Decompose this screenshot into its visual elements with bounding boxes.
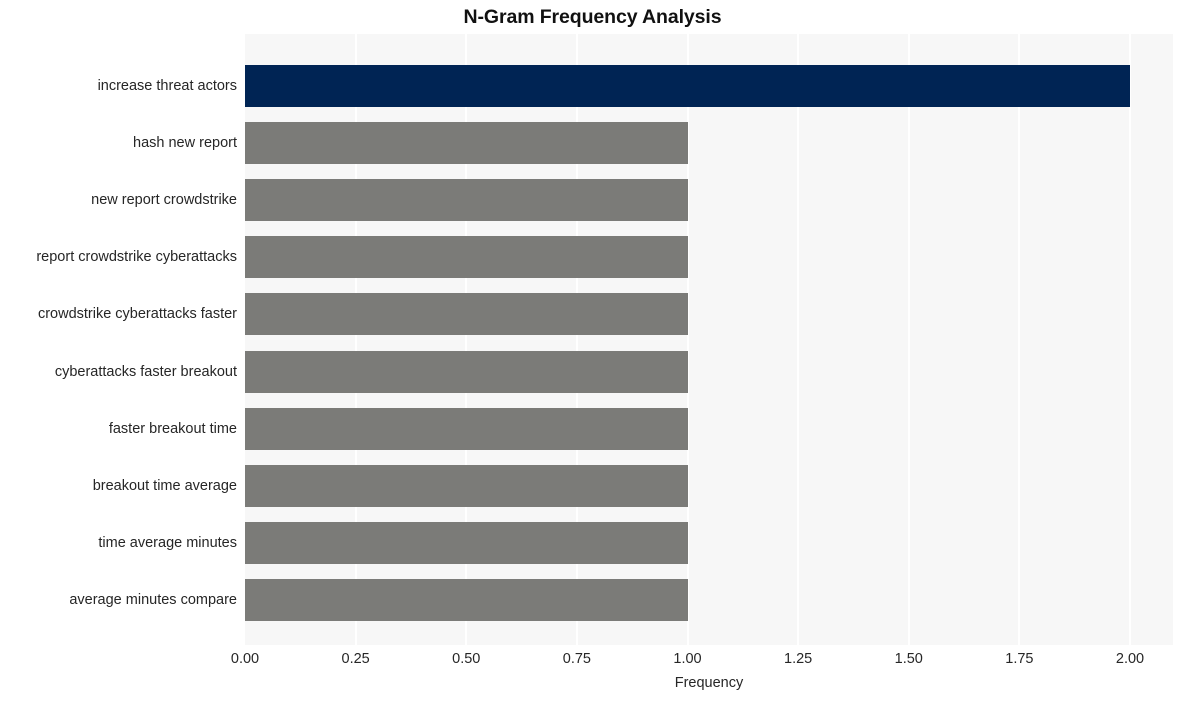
bar[interactable] bbox=[245, 293, 688, 336]
y-axis-tick-label: report crowdstrike cyberattacks bbox=[36, 249, 237, 266]
y-axis-tick-labels: increase threat actors hash new report new… bbox=[0, 34, 237, 645]
y-axis-tick-label: increase threat actors bbox=[97, 78, 237, 94]
y-axis-tick-label: cyberattacks faster breakout bbox=[54, 363, 237, 380]
gridline bbox=[1018, 34, 1021, 645]
x-axis-tick-label: 0.50 bbox=[452, 651, 481, 667]
gridline bbox=[797, 34, 800, 645]
bar[interactable] bbox=[245, 578, 688, 621]
bar[interactable] bbox=[245, 179, 688, 222]
y-axis-tick-label: hash new report bbox=[133, 135, 237, 152]
bar[interactable] bbox=[245, 350, 688, 393]
bar[interactable] bbox=[245, 65, 1130, 107]
bar[interactable] bbox=[245, 521, 688, 564]
x-axis-tick-label: 0.00 bbox=[230, 651, 260, 667]
x-axis-tick-label: 1.75 bbox=[1005, 651, 1034, 667]
x-axis-title: Frequency bbox=[674, 675, 744, 691]
y-axis-tick-label: crowdstrike cyberattacks faster bbox=[37, 306, 237, 323]
bar[interactable] bbox=[245, 236, 688, 279]
y-axis-tick-label: faster breakout time bbox=[108, 420, 237, 437]
y-axis-tick-label: new report crowdstrike bbox=[91, 192, 237, 209]
bar[interactable] bbox=[245, 407, 688, 450]
x-axis-tick-label: 1.00 bbox=[673, 651, 702, 667]
chart-figure: N-Gram Frequency Analysis increase threa… bbox=[0, 0, 1185, 701]
chart-title: N-Gram Frequency Analysis bbox=[463, 6, 722, 28]
x-axis-tick-label: 1.25 bbox=[784, 651, 813, 667]
x-axis-tick-label: 0.25 bbox=[341, 651, 370, 667]
x-axis-tick-labels: 0.00 0.25 0.50 0.75 1.00 1.25 1.50 1.75 2.00 bbox=[231, 651, 1173, 673]
y-axis-tick-label: time average minutes bbox=[98, 534, 237, 551]
y-axis-tick-label: average minutes compare bbox=[69, 591, 237, 608]
gridline bbox=[1129, 34, 1131, 645]
gridline bbox=[907, 34, 910, 645]
x-axis-tick-label: 1.50 bbox=[894, 651, 923, 667]
y-axis-tick-label: breakout time average bbox=[92, 477, 237, 494]
bar[interactable] bbox=[245, 464, 688, 507]
x-axis-tick-label: 2.00 bbox=[1115, 651, 1145, 667]
bar[interactable] bbox=[245, 122, 688, 165]
plot-area bbox=[245, 34, 1173, 645]
x-axis-tick-label: 0.75 bbox=[562, 651, 591, 667]
